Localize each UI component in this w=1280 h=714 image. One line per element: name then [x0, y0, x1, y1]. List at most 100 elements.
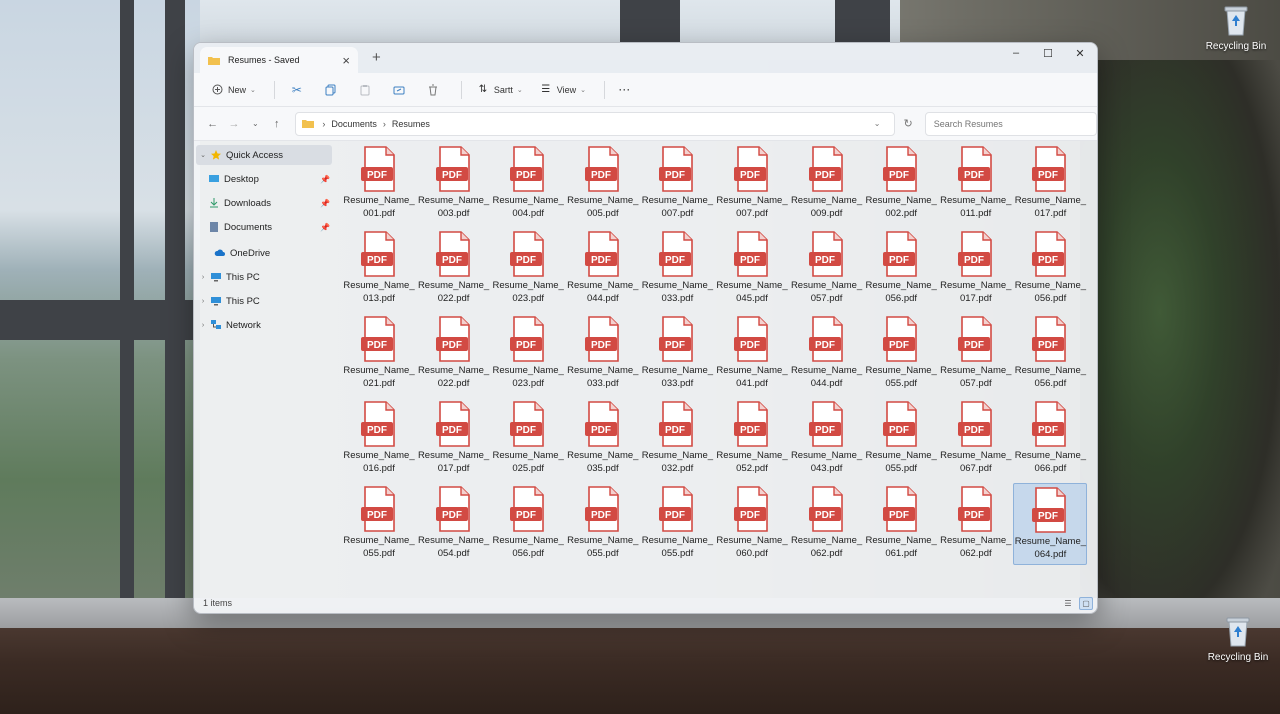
minimize-button[interactable]: – [1000, 43, 1032, 63]
share-button[interactable] [385, 78, 413, 102]
file-item[interactable]: PDF Resume_Name_ 061.pdf [864, 483, 938, 565]
nav-quick-access[interactable]: ⌄ Quick Access [196, 145, 332, 165]
file-item[interactable]: PDF Resume_Name_ 055.pdf [640, 483, 714, 565]
file-item[interactable]: PDF Resume_Name_ 057.pdf [790, 228, 864, 310]
pdf-badge-label: PDF [516, 340, 536, 351]
file-item[interactable]: PDF Resume_Name_ 060.pdf [715, 483, 789, 565]
new-button[interactable]: New ⌄ [204, 78, 262, 102]
desktop-icon-recycle-bin[interactable]: Recycling Bin [1203, 614, 1273, 663]
close-window-button[interactable]: ✕ [1064, 43, 1096, 63]
nav-desktop[interactable]: Desktop 📌 [196, 169, 332, 189]
file-item[interactable]: PDF Resume_Name_ 007.pdf [715, 143, 789, 225]
file-item[interactable]: PDF Resume_Name_ 011.pdf [939, 143, 1013, 225]
file-item[interactable]: PDF Resume_Name_ 005.pdf [566, 143, 640, 225]
file-item[interactable]: PDF Resume_Name_ 023.pdf [491, 228, 565, 310]
file-name-prefix: Resume_Name_ [417, 365, 490, 376]
file-item[interactable]: PDF Resume_Name_ 044.pdf [790, 313, 864, 395]
nav-downloads[interactable]: Downloads 📌 [196, 193, 332, 213]
new-tab-button[interactable]: + [372, 49, 381, 66]
file-item[interactable]: PDF Resume_Name_ 054.pdf [417, 483, 491, 565]
file-item[interactable]: PDF Resume_Name_ 057.pdf [939, 313, 1013, 395]
file-item[interactable]: PDF Resume_Name_ 032.pdf [640, 398, 714, 480]
file-item[interactable]: PDF Resume_Name_ 062.pdf [939, 483, 1013, 565]
desktop-icon-recycle-bin[interactable]: Recycling Bin [1201, 3, 1271, 52]
file-item[interactable]: PDF Resume_Name_ 017.pdf [939, 228, 1013, 310]
file-item[interactable]: PDF Resume_Name_ 003.pdf [417, 143, 491, 225]
file-item[interactable]: PDF Resume_Name_ 062.pdf [790, 483, 864, 565]
nav-this-pc[interactable]: › This PC [196, 291, 332, 311]
file-item[interactable]: PDF Resume_Name_ 002.pdf [864, 143, 938, 225]
nav-onedrive[interactable]: OneDrive [196, 243, 332, 263]
address-dropdown-icon[interactable]: ⌄ [874, 119, 881, 128]
file-item[interactable]: PDF Resume_Name_ 004.pdf [491, 143, 565, 225]
file-item[interactable]: PDF Resume_Name_ 056.pdf [864, 228, 938, 310]
file-item[interactable]: PDF Resume_Name_ 067.pdf [939, 398, 1013, 480]
file-name: 055.pdf [586, 548, 619, 559]
nav-network[interactable]: › Network [196, 315, 332, 335]
maximize-button[interactable]: ☐ [1032, 43, 1064, 63]
nav-this-pc[interactable]: › This PC [196, 267, 332, 287]
file-name-prefix: Resume_Name_ [865, 365, 937, 376]
file-item[interactable]: PDF Resume_Name_ 055.pdf [342, 483, 416, 565]
title-bar[interactable]: Resumes - Saved × + – ☐ ✕ [194, 43, 1097, 73]
file-item[interactable]: PDF Resume_Name_ 045.pdf [715, 228, 789, 310]
tab-resumes[interactable]: Resumes - Saved × [200, 47, 358, 73]
file-item[interactable]: PDF Resume_Name_ 022.pdf [417, 313, 491, 395]
tiles-view-button[interactable]: ▢ [1079, 597, 1093, 610]
file-item[interactable]: PDF Resume_Name_ 017.pdf [417, 398, 491, 480]
file-item[interactable]: PDF Resume_Name_ 035.pdf [566, 398, 640, 480]
file-item[interactable]: PDF Resume_Name_ 052.pdf [715, 398, 789, 480]
file-item[interactable]: PDF Resume_Name_ 016.pdf [342, 398, 416, 480]
file-item[interactable]: PDF Resume_Name_ 043.pdf [790, 398, 864, 480]
forward-button[interactable]: → [223, 113, 244, 135]
copy-button[interactable] [317, 78, 345, 102]
file-name-prefix: Resume_Name_ [716, 535, 788, 546]
recent-locations-button[interactable]: ⌄ [245, 113, 266, 135]
file-item[interactable]: PDF Resume_Name_ 021.pdf [342, 313, 416, 395]
close-tab-button[interactable]: × [342, 53, 350, 68]
file-item[interactable]: PDF Resume_Name_ 055.pdf [566, 483, 640, 565]
file-name: 033.pdf [661, 378, 694, 389]
delete-button[interactable] [419, 78, 447, 102]
file-item[interactable]: PDF Resume_Name_ 025.pdf [491, 398, 565, 480]
file-item[interactable]: PDF Resume_Name_ 013.pdf [342, 228, 416, 310]
file-item[interactable]: PDF Resume_Name_ 007.pdf [640, 143, 714, 225]
nav-documents[interactable]: Documents 📌 [196, 217, 332, 237]
file-item[interactable]: PDF Resume_Name_ 055.pdf [864, 313, 938, 395]
up-button[interactable]: ↑ [266, 113, 287, 135]
copy-icon [325, 84, 336, 95]
more-options-button[interactable]: ··· [613, 78, 637, 102]
back-button[interactable]: ← [202, 113, 223, 135]
cut-button[interactable]: ✂ [283, 78, 311, 102]
file-item[interactable]: PDF Resume_Name_ 056.pdf [1013, 313, 1087, 395]
details-view-button[interactable]: ☰ [1061, 597, 1075, 610]
file-item[interactable]: PDF Resume_Name_ 066.pdf [1013, 398, 1087, 480]
view-button[interactable]: ☰ View ⌄ [533, 78, 592, 102]
file-item[interactable]: PDF Resume_Name_ 017.pdf [1013, 143, 1087, 225]
file-item[interactable]: PDF Resume_Name_ 055.pdf [864, 398, 938, 480]
file-item[interactable]: PDF Resume_Name_ 056.pdf [491, 483, 565, 565]
search-input[interactable] [933, 118, 1088, 129]
file-item[interactable]: PDF Resume_Name_ 064.pdf [1013, 483, 1088, 565]
breadcrumb-resumes[interactable]: Resumes [392, 119, 430, 129]
sort-button[interactable]: ⇅ Sartt ⌄ [470, 78, 529, 102]
address-bar[interactable]: › Documents › Resumes ⌄ [295, 111, 896, 136]
file-explorer-window: Resumes - Saved × + – ☐ ✕ New ⌄ ✂ ⇅ Sartt… [193, 42, 1098, 614]
paste-button[interactable] [351, 78, 379, 102]
file-item[interactable]: PDF Resume_Name_ 056.pdf [1013, 228, 1087, 310]
file-item[interactable]: PDF Resume_Name_ 033.pdf [640, 313, 714, 395]
file-item[interactable]: PDF Resume_Name_ 022.pdf [417, 228, 491, 310]
file-item[interactable]: PDF Resume_Name_ 023.pdf [491, 313, 565, 395]
refresh-button[interactable]: ↻ [897, 113, 918, 135]
pdf-file-icon: PDF [435, 231, 470, 277]
file-item[interactable]: PDF Resume_Name_ 009.pdf [790, 143, 864, 225]
file-name: 004.pdf [512, 208, 545, 219]
file-item[interactable]: PDF Resume_Name_ 001.pdf [342, 143, 416, 225]
file-item[interactable]: PDF Resume_Name_ 033.pdf [566, 313, 640, 395]
search-box[interactable] [924, 111, 1097, 136]
file-item[interactable]: PDF Resume_Name_ 044.pdf [566, 228, 640, 310]
file-name-prefix: Resume_Name_ [790, 280, 863, 291]
file-item[interactable]: PDF Resume_Name_ 033.pdf [640, 228, 714, 310]
breadcrumb-documents[interactable]: Documents [331, 119, 377, 129]
file-item[interactable]: PDF Resume_Name_ 041.pdf [715, 313, 789, 395]
